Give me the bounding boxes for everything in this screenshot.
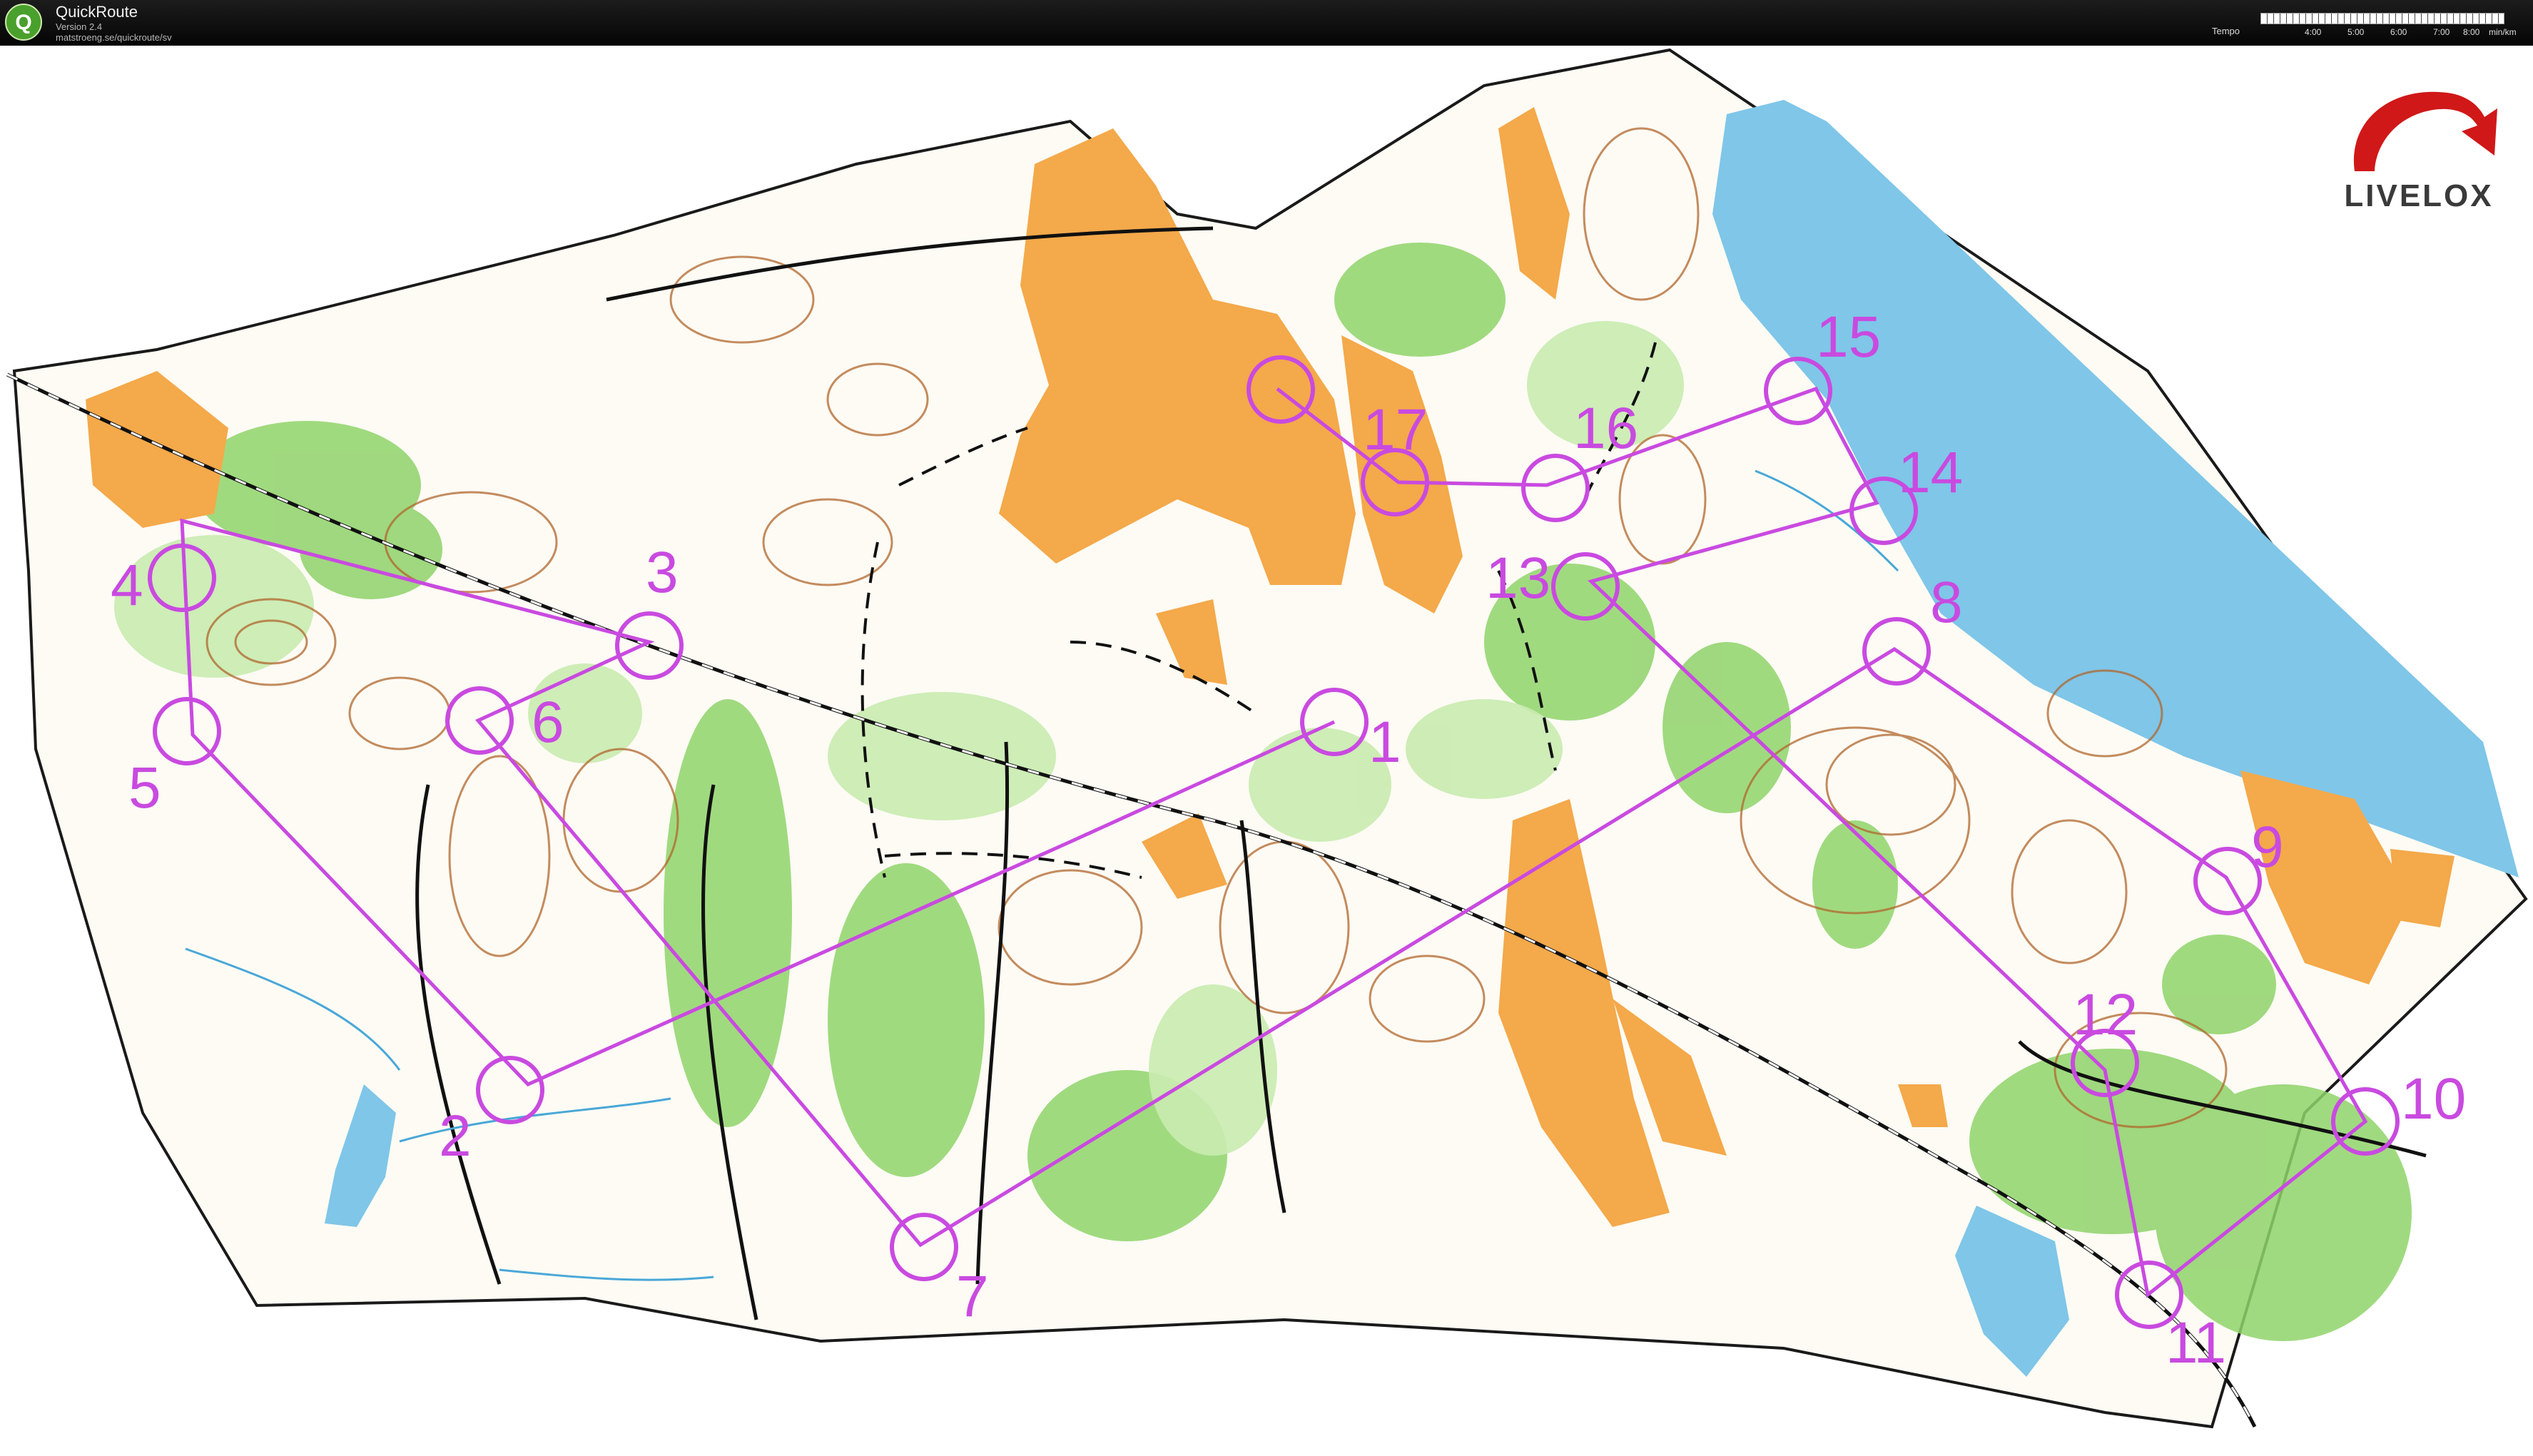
app-version: Version 2.4 <box>56 21 103 32</box>
livelox-swoosh-icon <box>2353 91 2497 171</box>
livelox-logo: LIVELOX <box>2326 71 2512 221</box>
svg-text:Q: Q <box>15 11 31 34</box>
app-title: QuickRoute <box>56 3 138 21</box>
tempo-tick: 7:00 <box>2433 27 2450 37</box>
control-label: 10 <box>2401 1066 2466 1131</box>
window-titlebar: Q QuickRoute Version 2.4 matstroeng.se/q… <box>0 0 2533 46</box>
control-label: 14 <box>1898 440 1963 505</box>
livelox-wordmark: LIVELOX <box>2344 178 2494 213</box>
tempo-legend: Tempo 4:00 5:00 6:00 7:00 8:00 min/km <box>2212 10 2526 41</box>
tempo-tick: 4:00 <box>2305 27 2322 37</box>
control-label: 15 <box>1816 305 1881 370</box>
tempo-tick: 6:00 <box>2390 27 2407 37</box>
control-label: 6 <box>532 690 564 755</box>
tempo-tick: 5:00 <box>2347 27 2365 37</box>
tempo-unit: min/km <box>2489 27 2517 37</box>
control-label: 5 <box>128 755 161 820</box>
control-label: 16 <box>1573 396 1638 461</box>
control-label: 17 <box>1363 397 1428 462</box>
control-label: 3 <box>646 540 679 605</box>
app-url: matstroeng.se/quickroute/sv <box>56 32 172 43</box>
control-label: 7 <box>956 1264 989 1329</box>
orienteering-map[interactable]: 1 2 3 4 5 6 7 8 9 10 11 12 13 14 15 16 1… <box>0 46 2533 1456</box>
quickroute-q-icon: Q <box>4 3 43 41</box>
control-label: 13 <box>1486 546 1550 611</box>
tempo-color-bar <box>2260 13 2504 24</box>
control-label: 1 <box>1369 710 1401 775</box>
tempo-label: Tempo <box>2212 26 2240 36</box>
control-label: 2 <box>439 1104 472 1169</box>
control-label: 9 <box>2251 815 2284 880</box>
control-label: 12 <box>2073 982 2138 1047</box>
control-label: 8 <box>1930 570 1963 635</box>
control-label: 11 <box>2166 1310 2226 1375</box>
tempo-tick: 8:00 <box>2463 27 2480 37</box>
control-label: 4 <box>111 553 143 618</box>
